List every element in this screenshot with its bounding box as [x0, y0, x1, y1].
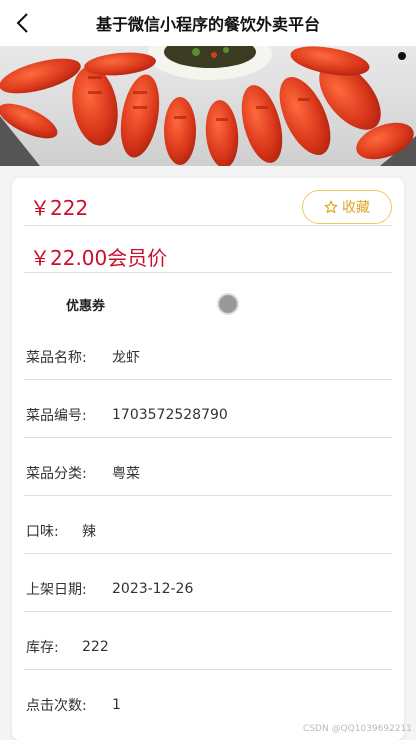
- product-detail-card: ￥222 收藏 ￥22.00会员价 优惠券 菜品名称: 龙虾 菜品编号: 170…: [12, 178, 404, 740]
- member-price: ￥22.00会员价: [30, 246, 168, 270]
- divider: [24, 437, 392, 438]
- detail-value: 2023-12-26: [112, 581, 194, 597]
- coupon-radio[interactable]: [217, 293, 239, 315]
- detail-label: 上架日期:: [26, 582, 87, 598]
- detail-row-category: 菜品分类: 粤菜: [26, 444, 392, 502]
- divider: [24, 379, 392, 380]
- detail-label: 菜品名称:: [26, 350, 87, 366]
- detail-value: 辣: [82, 524, 96, 540]
- page-title: 基于微信小程序的餐饮外卖平台: [95, 15, 320, 34]
- carousel-indicator[interactable]: [398, 52, 406, 60]
- divider: [24, 553, 392, 554]
- detail-label: 口味:: [26, 524, 59, 540]
- detail-label: 菜品分类:: [26, 466, 87, 482]
- product-price: ￥222: [30, 196, 89, 220]
- detail-label: 库存:: [26, 640, 59, 656]
- divider: [24, 495, 392, 496]
- divider: [24, 669, 392, 670]
- watermark: CSDN @QQ1039692211: [303, 724, 412, 734]
- divider: [24, 225, 392, 226]
- detail-value: 粤菜: [112, 466, 140, 482]
- detail-row-code: 菜品编号: 1703572528790: [26, 386, 392, 444]
- detail-row-stock: 库存: 222: [26, 618, 392, 676]
- detail-value: 222: [82, 639, 109, 655]
- divider: [24, 272, 392, 273]
- detail-row-taste: 口味: 辣: [26, 502, 392, 560]
- nav-bar: 基于微信小程序的餐饮外卖平台: [0, 0, 416, 46]
- product-image-carousel[interactable]: [0, 46, 416, 166]
- coupon-label: 优惠券: [66, 299, 106, 314]
- chevron-left-icon: [16, 13, 28, 33]
- favorite-label: 收藏: [342, 200, 370, 216]
- detail-value: 1: [112, 697, 121, 713]
- detail-value: 1703572528790: [112, 407, 228, 423]
- favorite-button[interactable]: 收藏: [302, 190, 392, 224]
- detail-value: 龙虾: [112, 350, 140, 366]
- crayfish-image: [0, 46, 416, 166]
- detail-label: 菜品编号:: [26, 408, 87, 424]
- star-icon: [324, 200, 338, 214]
- detail-row-name: 菜品名称: 龙虾: [26, 328, 392, 386]
- detail-label: 点击次数:: [26, 698, 87, 714]
- divider: [24, 611, 392, 612]
- detail-row-date: 上架日期: 2023-12-26: [26, 560, 392, 618]
- back-button[interactable]: [10, 10, 34, 36]
